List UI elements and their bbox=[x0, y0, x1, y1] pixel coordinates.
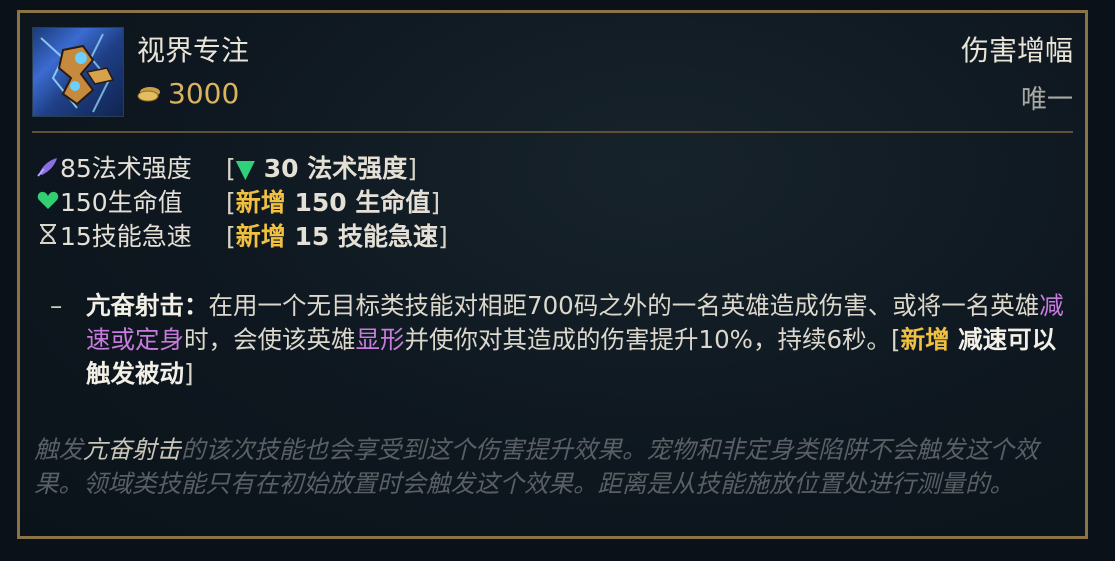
stat-label: 85法术强度 bbox=[60, 154, 192, 183]
item-category: 伤害增幅 bbox=[960, 34, 1073, 67]
note-value: 30 法术强度 bbox=[255, 154, 408, 183]
passive-description: – 亢奋射击：在用一个无目标类技能对相距700码之外的一名英雄造成伤害、或将一名… bbox=[50, 289, 1070, 391]
keyword-reveal: 显形 bbox=[355, 325, 405, 354]
note-close-bracket: ] bbox=[430, 188, 441, 217]
decrease-arrow-icon: ▼ bbox=[235, 154, 255, 183]
header-divider bbox=[32, 131, 1073, 133]
ability-power-icon bbox=[37, 158, 57, 177]
note-open-bracket: [ bbox=[891, 325, 901, 354]
footnote-passive-name: 亢奋射击 bbox=[83, 435, 181, 464]
new-tag: 新增 bbox=[235, 188, 286, 217]
passive-body: 亢奋射击：在用一个无目标类技能对相距700码之外的一名英雄造成伤害、或将一名英雄… bbox=[86, 289, 1070, 391]
note-open-bracket: [ bbox=[226, 222, 236, 251]
passive-text: 并使你对其造成的伤害提升10%，持续6秒。 bbox=[404, 325, 892, 354]
stat-change-note: [新增 15 技能急速] bbox=[226, 217, 448, 253]
eye-focus-item-icon bbox=[32, 27, 124, 117]
stat-label: 150生命值 bbox=[60, 188, 183, 217]
footnote-text: 触发 bbox=[34, 435, 83, 464]
note-close-bracket: ] bbox=[184, 359, 194, 388]
health-heart-icon bbox=[37, 191, 59, 209]
item-name: 视界专注 bbox=[137, 34, 250, 67]
note-close-bracket: ] bbox=[437, 222, 448, 251]
gold-coin-icon bbox=[137, 87, 160, 102]
note-open-bracket: [ bbox=[226, 188, 236, 217]
unique-label: 唯一 bbox=[1020, 85, 1073, 115]
note-value: 15 技能急速 bbox=[285, 222, 438, 251]
ability-haste-hourglass-icon bbox=[40, 224, 56, 244]
stat-change-note: [▼ 30 法术强度] bbox=[226, 149, 417, 185]
note-value: 150 生命值 bbox=[285, 188, 431, 217]
passive-text: 在用一个无目标类技能对相距700码之外的一名英雄造成伤害、或将一名英雄 bbox=[208, 291, 1040, 320]
footnote: 触发亢奋射击的该次技能也会享受到这个伤害提升效果。宠物和非定身类陷阱不会触发这个… bbox=[34, 433, 1079, 501]
item-price: 3000 bbox=[168, 77, 240, 110]
passive-name: 亢奋射击： bbox=[86, 291, 209, 320]
stat-change-note: [新增 150 生命值] bbox=[226, 183, 440, 219]
note-close-bracket: ] bbox=[407, 154, 417, 183]
note-open-bracket: [ bbox=[226, 154, 236, 183]
stat-label: 15技能急速 bbox=[60, 222, 192, 251]
passive-text: 时，会使该英雄 bbox=[184, 325, 356, 354]
new-tag: 新增 bbox=[900, 325, 950, 354]
new-tag: 新增 bbox=[235, 222, 286, 251]
footnote-text: 的该次技能也会享受到这个伤害提升效果。宠物和非定身类陷阱不会触发这个效果。领域类… bbox=[34, 435, 1039, 498]
list-dash: – bbox=[50, 291, 63, 320]
item-tooltip: 视界专注 3000 伤害增幅 唯一 85法术强度 [▼ 30 法术强度] 150… bbox=[17, 10, 1088, 539]
